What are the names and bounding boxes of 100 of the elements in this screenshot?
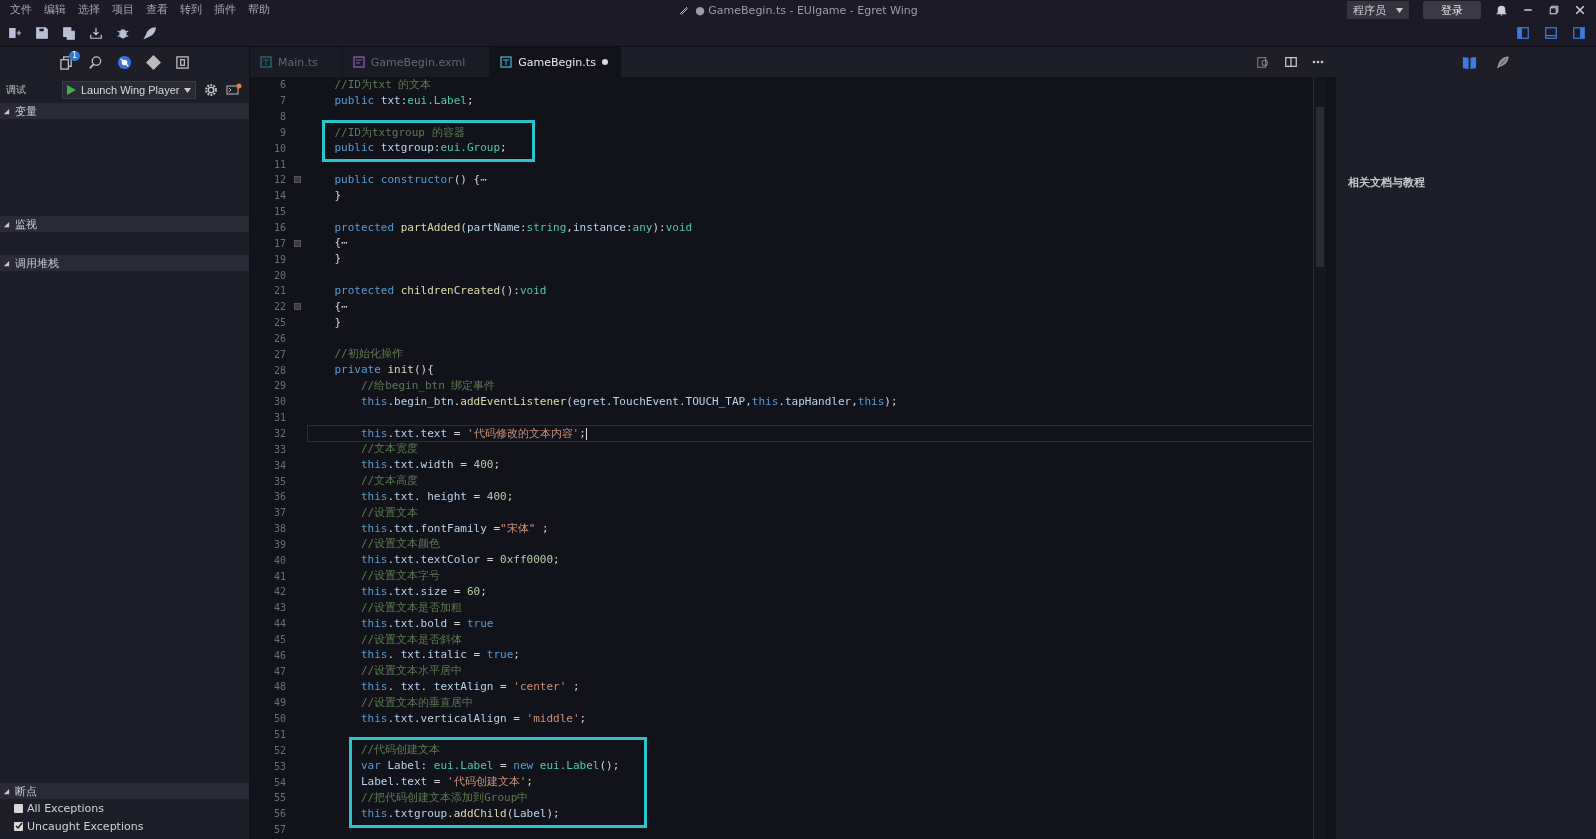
line-number: 42 [272,586,286,598]
right-panel-icon[interactable] [1572,26,1586,40]
section-header[interactable]: 断点 [0,783,249,799]
line-number: 46 [272,649,286,661]
line-number: 20 [272,269,286,281]
bug-icon[interactable] [116,26,130,40]
code-line: Label.text = '代码创建文本'; [359,774,534,790]
code-line: } [333,314,343,331]
line-number: 45 [272,633,286,645]
left-panel-icon[interactable] [1516,26,1530,40]
expand-triangle-icon[interactable] [3,220,10,228]
line-number: 14 [272,190,286,202]
scrollbar[interactable] [1313,77,1326,839]
code-line: this.txt.bold = true [359,615,495,632]
code-line: //初始化操作 [333,346,404,363]
line-number: 29 [272,380,286,392]
launch-config-dropdown[interactable]: Launch Wing Player [62,81,197,99]
fold-marker-icon[interactable] [293,239,301,247]
code-line: private init(){ [333,362,435,379]
fold-marker-icon[interactable] [293,303,301,311]
book-icon[interactable] [1462,54,1477,70]
line-number: 49 [272,697,286,709]
checkbox[interactable] [14,803,23,813]
section-header[interactable]: 监视 [0,216,249,232]
line-number: 26 [272,332,286,344]
checkbox[interactable] [14,821,23,831]
editor-tab[interactable]: GameBegin.ts [490,47,621,77]
role-dropdown[interactable]: 程序员 [1347,1,1409,19]
code-line: this.begin_btn.addEventListener(egret.TouchEvent.TOUCH_TAP,this.tapHandler,this); [359,393,899,410]
menu-item[interactable]: 编辑 [38,0,72,20]
line-number: 17 [272,237,286,249]
line-number: 35 [272,475,286,487]
line-number: 54 [272,776,286,788]
publish-icon[interactable] [89,26,103,40]
menu-item[interactable]: 选择 [72,0,106,20]
restore-icon[interactable] [1548,4,1560,16]
line-number: 38 [272,523,286,535]
code-line: this.txtgroup.addChild(Label); [359,805,561,822]
code-line: protected partAdded(partName:string,instance:any):void [333,219,694,236]
fold-marker-icon[interactable] [293,176,301,184]
code-line: //设置文本是否加粗 [359,599,464,616]
text-cursor [585,427,587,440]
menu-item[interactable]: 文件 [4,0,38,20]
window-title: ● GameBegin.ts - EUIgame - Egret Wing [695,3,918,17]
bell-icon[interactable] [1495,3,1508,17]
settings-icon[interactable] [204,83,219,97]
menu-item[interactable]: 查看 [140,0,174,20]
ts-file-icon [260,56,272,68]
save-all-icon[interactable] [62,26,76,40]
find-file-icon[interactable] [1256,55,1270,69]
feather-icon[interactable] [1495,54,1510,70]
code-line: //文本宽度 [359,441,420,458]
checkbox-label: Uncaught Exceptions [27,819,144,833]
console-icon[interactable] [226,83,243,97]
menu-item[interactable]: 帮助 [242,0,276,20]
more-icon[interactable] [1312,60,1324,64]
code-line: //给begin_btn 绑定事件 [359,378,497,394]
line-number: 37 [272,507,286,519]
code-line: this.txt.size = 60; [359,584,488,600]
code-line: //设置文本的垂直居中 [359,694,475,711]
line-number: 21 [272,285,286,297]
bottom-panel-icon[interactable] [1544,26,1558,40]
line-number: 44 [272,618,286,630]
line-number: 41 [272,570,286,582]
menu-item[interactable]: 项目 [106,0,140,20]
exml-file-icon [352,56,365,68]
login-button[interactable]: 登录 [1423,1,1481,19]
close-icon[interactable] [1574,4,1586,16]
line-number: 22 [272,301,286,313]
expand-triangle-icon[interactable] [3,259,10,267]
line-number: 12 [272,174,286,186]
menu-item[interactable]: 插件 [208,0,242,20]
line-number: 25 [272,317,286,329]
line-number: 48 [272,681,286,693]
section-header[interactable]: 调用堆栈 [0,255,249,271]
code-line: //设置文本字号 [359,568,442,584]
save-icon[interactable] [35,26,49,40]
code-line: //把代码创建文本添加到Group中 [359,789,530,806]
code-line: //文本高度 [359,473,420,489]
search-icon[interactable] [88,54,103,70]
menu-item[interactable]: 转到 [174,0,208,20]
split-editor-icon[interactable] [1284,55,1298,69]
expand-triangle-icon[interactable] [3,787,10,795]
line-number: 9 [278,126,286,138]
panel-title: 相关文档与教程 [1347,175,1426,190]
line-number: 43 [272,602,286,614]
debug-icon[interactable] [117,54,132,70]
line-number: 57 [272,824,286,836]
line-number: 39 [272,538,286,550]
section-header[interactable]: 变量 [0,103,249,119]
expand-triangle-icon[interactable] [3,107,10,115]
caret-icon [184,87,192,93]
line-number: 40 [272,554,286,566]
code-line: this. txt. textAlign = 'center' ; [359,679,581,695]
diamond-icon[interactable] [146,54,161,70]
line-number: 30 [272,396,286,408]
code-line: this.txt.fontFamily ="宋体" ; [359,520,550,537]
files-icon[interactable] [59,54,74,70]
new-project-icon[interactable] [8,26,22,40]
line-number: 47 [272,665,286,677]
